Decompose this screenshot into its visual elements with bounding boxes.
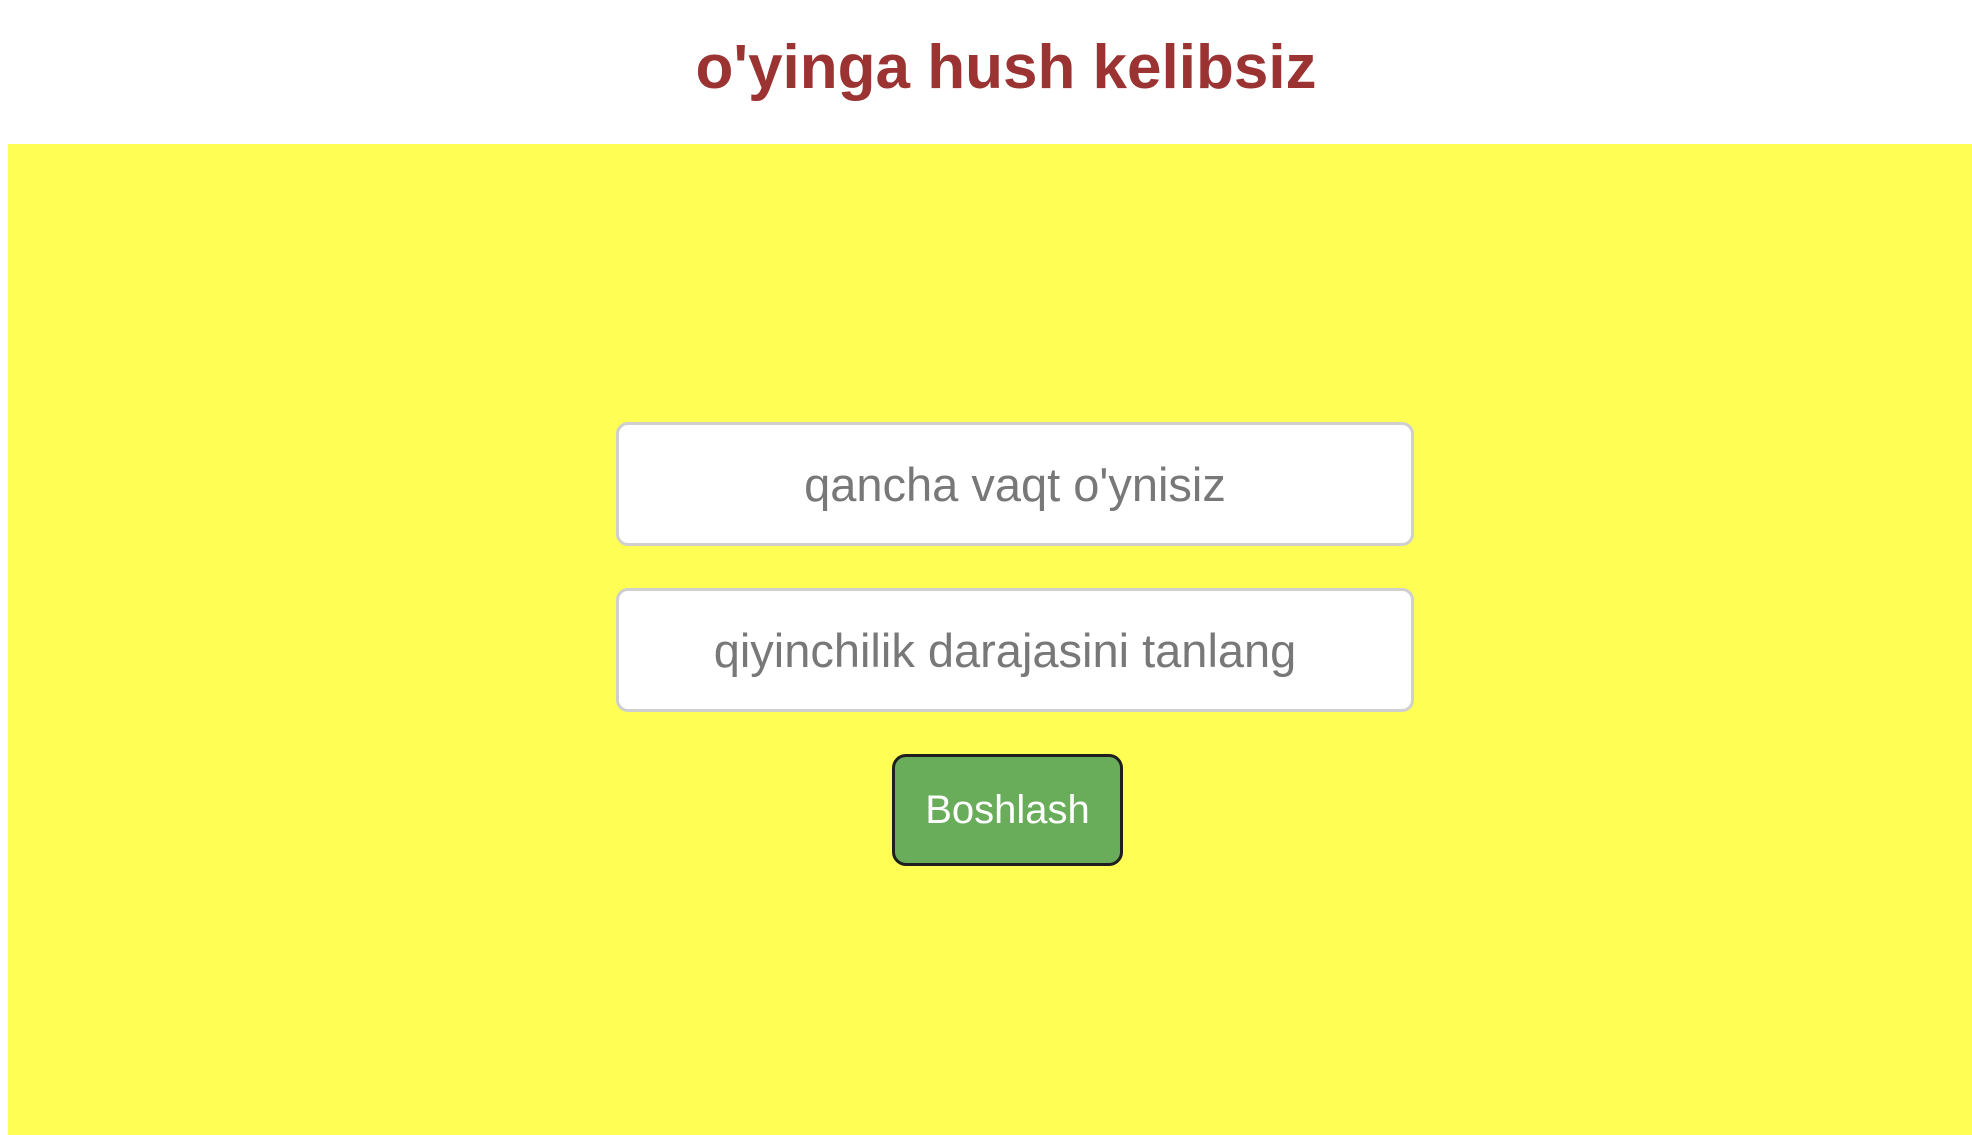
- page-title: o'yinga hush kelibsiz: [695, 33, 1317, 102]
- page-header: o'yinga hush kelibsiz: [0, 0, 1972, 144]
- difficulty-input[interactable]: [616, 588, 1414, 712]
- start-button[interactable]: Boshlash: [892, 754, 1123, 866]
- play-time-input[interactable]: [616, 422, 1414, 546]
- main-panel: Boshlash: [8, 144, 1972, 1135]
